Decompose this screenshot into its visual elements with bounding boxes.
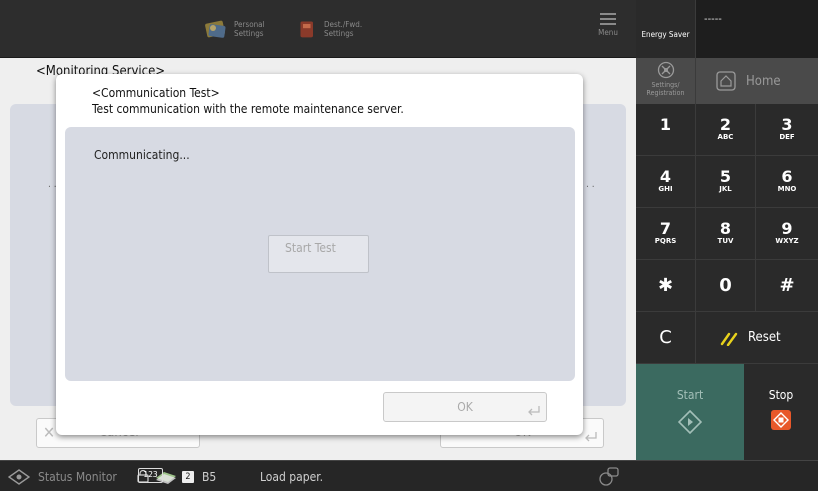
remote-ui-button[interactable] [598,461,620,491]
start-button[interactable]: Start [636,364,744,460]
stop-label: Stop [768,388,794,402]
dialog-ok-label: OK [457,400,473,414]
key-2[interactable]: 2 ABC [696,104,756,156]
key-8[interactable]: 8 TUV [696,208,756,260]
enter-icon [528,406,540,416]
key-0[interactable]: 0 [696,260,756,312]
dialog-content-panel: Communicating... Start Test [65,127,575,381]
key-5[interactable]: 5 JKL [696,156,756,208]
dialog-description: Test communication with the remote maint… [92,102,404,116]
status-monitor-button[interactable]: Status Monitor [8,461,117,491]
communication-status: Communicating... [94,148,190,162]
menu-button[interactable]: Menu [586,0,630,58]
key-6[interactable]: 6 MNO [756,156,818,208]
top-bar: Personal Settings Dest./Fwd. Settings Me… [0,0,636,58]
settings-registration-button[interactable]: Settings/ Registration [636,58,696,104]
communication-test-dialog: <Communication Test> Test communication … [56,74,583,435]
keypad-toggle-button[interactable]: 123 [138,468,163,483]
status-monitor-icon [8,468,30,485]
ok-button[interactable]: OK [383,392,547,422]
paper-size: B5 [202,469,217,484]
home-label: Home [746,73,781,89]
menu-label: Menu [598,28,618,37]
energy-saver-button[interactable]: Energy Saver [636,0,696,58]
control-panel: Energy Saver ----- Settings/ Registratio… [636,0,818,460]
home-icon [716,71,736,91]
key-7[interactable]: 7 PQRS [636,208,696,260]
start-label: Start [676,388,704,402]
personal-settings-button[interactable]: Personal Settings [204,0,265,58]
moon-icon [661,9,669,23]
home-button[interactable]: Home [696,58,818,104]
info-text: ----- [704,12,722,25]
reset-label: Reset [748,330,781,345]
start-icon [677,409,703,435]
key-3[interactable]: 3 DEF [756,104,818,156]
settings-label-line1: Settings/ [651,81,680,89]
stop-icon [771,410,791,430]
settings-label-line2: Registration [646,89,685,97]
key-1[interactable]: 1 [636,104,696,156]
dest-fwd-settings-label: Dest./Fwd. Settings [324,20,363,38]
menu-icon [600,13,616,25]
main-screen: <Monitoring Service> · · · · ✕ Cancel OK… [0,58,636,460]
status-monitor-label: Status Monitor [38,469,117,484]
settings-icon [657,61,674,79]
status-bar: Status Monitor 2 B5 Load paper. 123 [0,460,818,491]
key-9[interactable]: 9 WXYZ [756,208,818,260]
personal-settings-icon [205,20,226,38]
status-message: Load paper. [260,469,324,484]
close-icon: ✕ [43,423,56,442]
enter-icon [585,432,597,442]
dest-fwd-settings-button[interactable]: Dest./Fwd. Settings [298,0,362,58]
dialog-title: <Communication Test> [92,86,220,100]
key-hash[interactable]: # [756,260,818,312]
energy-saver-label: Energy Saver [641,30,690,39]
key-star[interactable]: ✱ [636,260,696,312]
stop-button[interactable]: Stop [744,364,818,460]
key-4[interactable]: 4 GHI [636,156,696,208]
connection-icon [599,466,619,486]
paper-count-badge: 2 [182,470,194,483]
address-book-icon [300,21,313,38]
start-test-button[interactable]: Start Test [268,235,369,273]
ellipsis-right: · · [586,182,595,193]
personal-settings-label: Personal Settings [234,20,265,38]
reset-button[interactable]: Reset [696,312,818,364]
clear-key[interactable]: C [636,312,696,364]
reset-icon [720,332,738,346]
